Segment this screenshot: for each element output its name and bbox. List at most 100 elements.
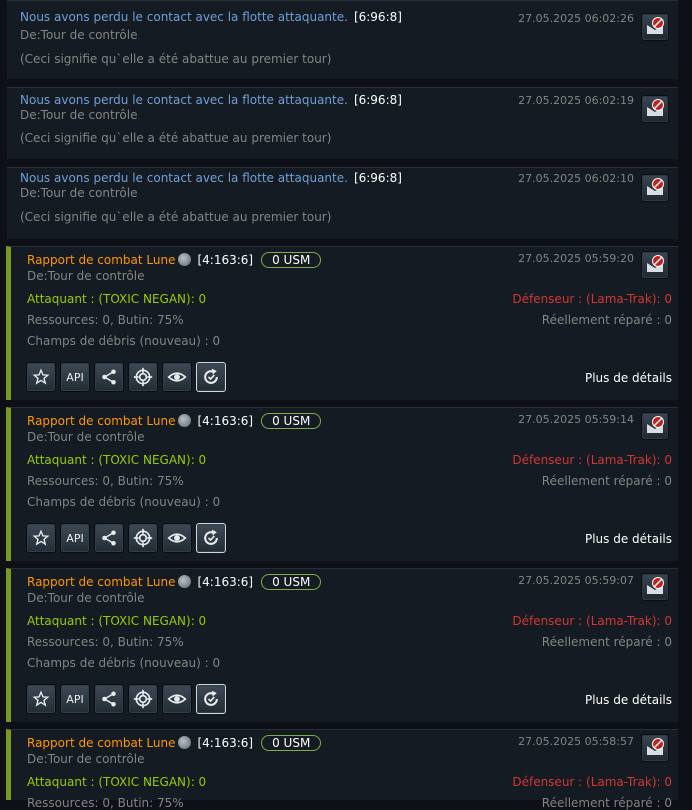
api-button[interactable]: API [60, 684, 90, 714]
target-icon [133, 367, 153, 387]
usm-badge: 0 USM [261, 574, 322, 590]
details-link[interactable]: Plus de détails [585, 532, 672, 546]
star-icon [32, 368, 50, 385]
repaired-summary: Réellement réparé : 0 [541, 474, 672, 488]
message-sender: De:Tour de contrôle [27, 269, 145, 283]
attacker-summary: Attaquant : (TOXIC NEGAN): 0 [27, 775, 207, 789]
message-title[interactable]: Nous avons perdu le contact avec la flot… [20, 10, 348, 24]
report-title[interactable]: Rapport de combat Lune [27, 414, 175, 428]
resources-summary: Ressources: 0, Butin: 75% [27, 635, 184, 649]
delete-button[interactable] [641, 734, 669, 762]
combat-report: Rapport de combat Lune [4:163:6] 0 USM De:… [6, 729, 678, 810]
repaired-summary: Réellement réparé : 0 [541, 635, 672, 649]
coordinates-link[interactable]: [6:96:8] [354, 93, 402, 107]
view-button[interactable] [162, 523, 192, 553]
usm-badge: 0 USM [261, 413, 322, 429]
report-title[interactable]: Rapport de combat Lune [27, 253, 175, 267]
share-button[interactable] [94, 362, 124, 392]
simulate-button[interactable] [128, 523, 158, 553]
message-date: 27.05.2025 06:02:19 [518, 94, 634, 107]
target-icon [133, 689, 153, 709]
usm-badge: 0 USM [261, 252, 322, 268]
share-icon [102, 691, 116, 707]
repaired-summary: Réellement réparé : 0 [541, 313, 672, 327]
message-date: 27.05.2025 06:02:10 [518, 172, 634, 185]
view-button[interactable] [162, 684, 192, 714]
resources-summary: Ressources: 0, Butin: 75% [27, 796, 184, 810]
delete-button[interactable] [641, 13, 669, 41]
message-sender: De:Tour de contrôle [20, 186, 138, 200]
delete-button[interactable] [641, 412, 669, 440]
retry-button[interactable] [196, 362, 226, 392]
defender-summary: Défenseur : (Lama-Trak): 0 [512, 775, 672, 789]
api-button[interactable]: API [60, 523, 90, 553]
debris-summary: Champs de débris (nouveau) : 0 [27, 656, 221, 670]
star-icon [32, 529, 50, 546]
delete-message-icon [647, 416, 664, 433]
message-sender: De:Tour de contrôle [27, 591, 145, 605]
moon-icon [178, 575, 192, 588]
combat-report: Rapport de combat Lune [4:163:6] 0 USM De:… [6, 407, 678, 561]
coordinates-link[interactable]: [6:96:8] [354, 171, 402, 185]
details-link[interactable]: Plus de détails [585, 693, 672, 707]
delete-message-icon [647, 99, 664, 116]
delete-message-icon [647, 738, 664, 755]
favorite-button[interactable] [26, 684, 56, 714]
message-title[interactable]: Nous avons perdu le contact avec la flot… [20, 171, 348, 185]
message-sender: De:Tour de contrôle [27, 430, 145, 444]
defender-summary: Défenseur : (Lama-Trak): 0 [512, 453, 672, 467]
simulate-button[interactable] [128, 684, 158, 714]
repaired-summary: Réellement réparé : 0 [541, 796, 672, 810]
report-title[interactable]: Rapport de combat Lune [27, 736, 175, 750]
report-title[interactable]: Rapport de combat Lune [27, 575, 175, 589]
coordinates-link[interactable]: [4:163:6] [197, 253, 253, 267]
share-button[interactable] [94, 523, 124, 553]
delete-button[interactable] [641, 174, 669, 202]
retry-button[interactable] [196, 684, 226, 714]
eye-icon [167, 694, 187, 704]
delete-message-icon [647, 577, 664, 594]
message-sender: De:Tour de contrôle [27, 752, 145, 766]
message-sender: De:Tour de contrôle [20, 108, 138, 122]
debris-summary: Champs de débris (nouveau) : 0 [27, 334, 221, 348]
combat-report: Rapport de combat Lune [4:163:6] 0 USM De:… [6, 246, 678, 400]
message-date: 27.05.2025 05:58:57 [518, 735, 634, 748]
delete-button[interactable] [641, 95, 669, 123]
eye-icon [167, 372, 187, 382]
resources-summary: Ressources: 0, Butin: 75% [27, 474, 184, 488]
resources-summary: Ressources: 0, Butin: 75% [27, 313, 184, 327]
details-link[interactable]: Plus de détails [585, 371, 672, 385]
moon-icon [178, 414, 192, 427]
api-button[interactable]: API [60, 362, 90, 392]
attacker-summary: Attaquant : (TOXIC NEGAN): 0 [27, 453, 207, 467]
eye-icon [167, 533, 187, 543]
message-item: Nous avons perdu le contact avec la flot… [7, 87, 678, 159]
message-note: (Ceci signifie qu`elle a été abattue au … [20, 210, 332, 224]
message-note: (Ceci signifie qu`elle a été abattue au … [20, 52, 332, 66]
delete-button[interactable] [641, 251, 669, 279]
defender-summary: Défenseur : (Lama-Trak): 0 [512, 292, 672, 306]
favorite-button[interactable] [26, 362, 56, 392]
usm-badge: 0 USM [261, 735, 322, 751]
coordinates-link[interactable]: [4:163:6] [197, 575, 253, 589]
coordinates-link[interactable]: [4:163:6] [197, 414, 253, 428]
message-sender: De:Tour de contrôle [20, 28, 138, 42]
combat-report: Rapport de combat Lune [4:163:6] 0 USM De:… [6, 568, 678, 722]
share-button[interactable] [94, 684, 124, 714]
simulate-button[interactable] [128, 362, 158, 392]
debris-summary: Champs de débris (nouveau) : 0 [27, 495, 221, 509]
delete-button[interactable] [641, 573, 669, 601]
refresh-icon [204, 368, 218, 384]
attacker-summary: Attaquant : (TOXIC NEGAN): 0 [27, 292, 207, 306]
message-title[interactable]: Nous avons perdu le contact avec la flot… [20, 93, 348, 107]
coordinates-link[interactable]: [4:163:6] [197, 736, 253, 750]
favorite-button[interactable] [26, 523, 56, 553]
coordinates-link[interactable]: [6:96:8] [354, 10, 402, 24]
defender-summary: Défenseur : (Lama-Trak): 0 [512, 614, 672, 628]
message-item: Nous avons perdu le contact avec la flot… [7, 167, 678, 239]
attacker-summary: Attaquant : (TOXIC NEGAN): 0 [27, 614, 207, 628]
refresh-icon [204, 690, 218, 706]
view-button[interactable] [162, 362, 192, 392]
action-bar: API [26, 523, 226, 553]
retry-button[interactable] [196, 523, 226, 553]
